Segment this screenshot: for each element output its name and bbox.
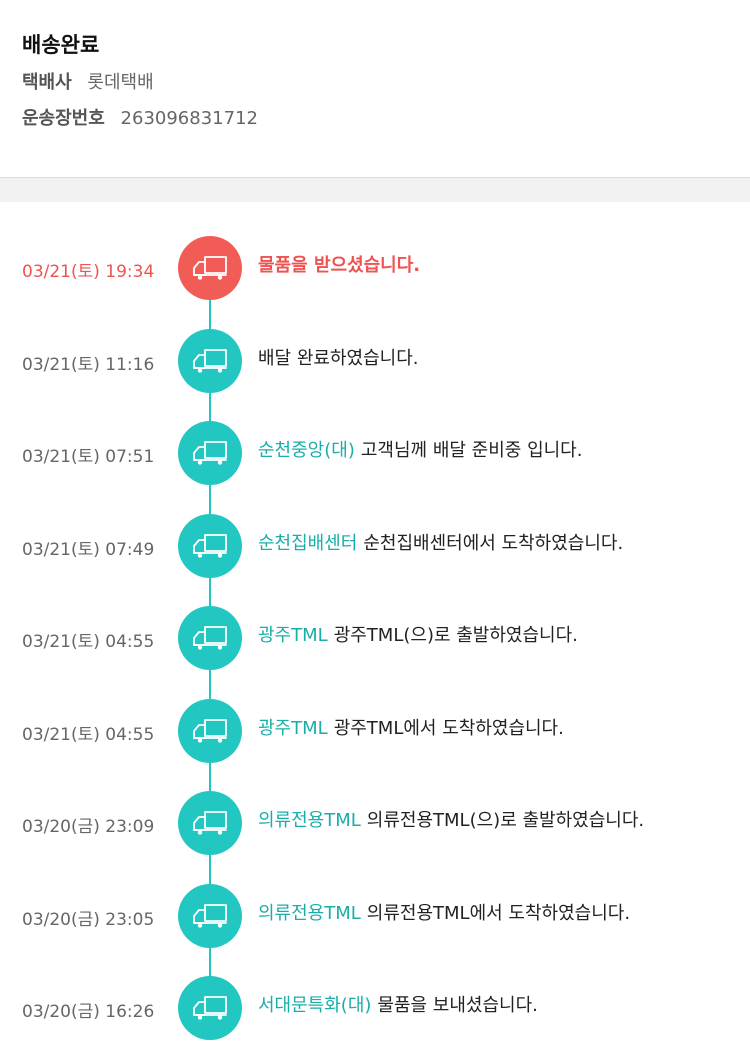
timeline-item: 03/21(토) 07:49 순천집배센터 순천집배센터에서 도착하였습니다. [0,513,750,578]
tracking-number-label: 운송장번호 [22,108,105,129]
event-status-badge [178,606,242,670]
truck-icon [193,718,227,743]
timeline-item: 03/21(토) 11:16 배달 완료하였습니다. [0,328,750,393]
truck-icon [193,441,227,465]
event-message: 의류전용TML(으)로 출발하였습니다. [366,810,645,831]
timeline-item: 03/21(토) 07:51 순천중앙(대) 고객님께 배달 준비중 입니다. [0,421,750,485]
event-time: 03/21(토) 04:55 [22,724,155,745]
event-status-badge [178,513,242,578]
tracking-timeline: 03/21(토) 19:34 물품을 받으셨습니다. 03/21(토) 11:1… [0,202,750,1053]
carrier-row: 택배사 롯데택배 [22,70,750,96]
event-message: 고객님께 배달 준비중 입니다. [360,440,583,461]
timeline-item: 03/21(토) 19:34 물품을 받으셨습니다. [0,236,750,300]
event-message: 물품을 보내셨습니다. [377,995,538,1016]
event-message: 배달 완료하였습니다. [258,347,419,369]
event-status-badge [178,421,242,485]
event-message-line: 배달 완료하였습니다. [258,346,418,372]
event-location: 서대문특화(대) [258,995,372,1016]
event-location: 광주TML [258,625,328,646]
delivery-status-title: 배송완료 [22,33,100,57]
event-message: 물품을 받으셨습니다. [258,255,421,276]
timeline-item: 03/20(금) 16:26 서대문특화(대) 물품을 보내셨습니다. [0,976,750,1040]
event-status-badge [178,328,242,393]
event-message-line: 의류전용TML 의류전용TML에서 도착하였습니다. [258,901,630,927]
event-location: 의류전용TML [258,902,361,924]
event-status-badge [178,236,242,300]
event-message-line: 물품을 받으셨습니다. [258,253,420,279]
shipment-header: 배송완료 택배사 롯데택배 운송장번호 263096831712 [0,0,750,178]
section-divider [0,178,750,202]
event-message-line: 광주TML 광주TML(으)로 출발하였습니다. [258,623,578,649]
timeline-item: 03/21(토) 04:55 광주TML 광주TML에서 도착하였습니다. [0,698,750,763]
tracking-number-value: 263096831712 [120,108,258,129]
event-status-badge [178,698,242,763]
event-message-line: 서대문특화(대) 물품을 보내셨습니다. [258,993,538,1019]
event-message-line: 순천집배센터 순천집배센터에서 도착하였습니다. [258,531,623,557]
event-location: 광주TML [258,717,328,739]
truck-icon [193,903,227,928]
event-status-badge [178,791,242,855]
truck-icon [193,811,227,835]
event-message: 의류전용TML에서 도착하였습니다. [366,902,631,924]
event-message: 순천집배센터에서 도착하였습니다. [363,532,624,554]
carrier-value: 롯데택배 [87,72,154,93]
event-time: 03/21(토) 07:49 [22,539,155,560]
event-time: 03/21(토) 11:16 [22,354,155,375]
timeline-item: 03/20(금) 23:09 의류전용TML 의류전용TML(으)로 출발하였습니… [0,791,750,855]
timeline-item: 03/20(금) 23:05 의류전용TML 의류전용TML에서 도착하였습니다. [0,883,750,948]
truck-icon [193,626,227,650]
carrier-label: 택배사 [22,72,72,93]
event-message-line: 의류전용TML 의류전용TML(으)로 출발하였습니다. [258,808,644,834]
event-message-line: 광주TML 광주TML에서 도착하였습니다. [258,716,564,742]
event-time: 03/21(토) 04:55 [22,632,155,652]
event-location: 순천집배센터 [258,532,358,554]
event-message: 광주TML에서 도착하였습니다. [333,717,564,739]
event-message-line: 순천중앙(대) 고객님께 배달 준비중 입니다. [258,438,582,464]
event-location: 의류전용TML [258,810,361,831]
event-message: 광주TML(으)로 출발하였습니다. [333,625,578,646]
truck-icon [193,533,227,558]
truck-icon [193,348,227,373]
tracking-number-row: 운송장번호 263096831712 [22,106,750,132]
timeline-item: 03/21(토) 04:55 광주TML 광주TML(으)로 출발하였습니다. [0,606,750,670]
event-status-badge [178,883,242,948]
event-time: 03/21(토) 07:51 [22,447,155,467]
event-time: 03/20(금) 23:09 [22,817,155,837]
event-location: 순천중앙(대) [258,440,355,461]
event-time: 03/21(토) 19:34 [22,262,155,282]
event-time: 03/20(금) 23:05 [22,909,155,930]
truck-icon [193,256,227,280]
truck-icon [193,996,227,1020]
event-status-badge [178,976,242,1040]
event-time: 03/20(금) 16:26 [22,1002,155,1022]
